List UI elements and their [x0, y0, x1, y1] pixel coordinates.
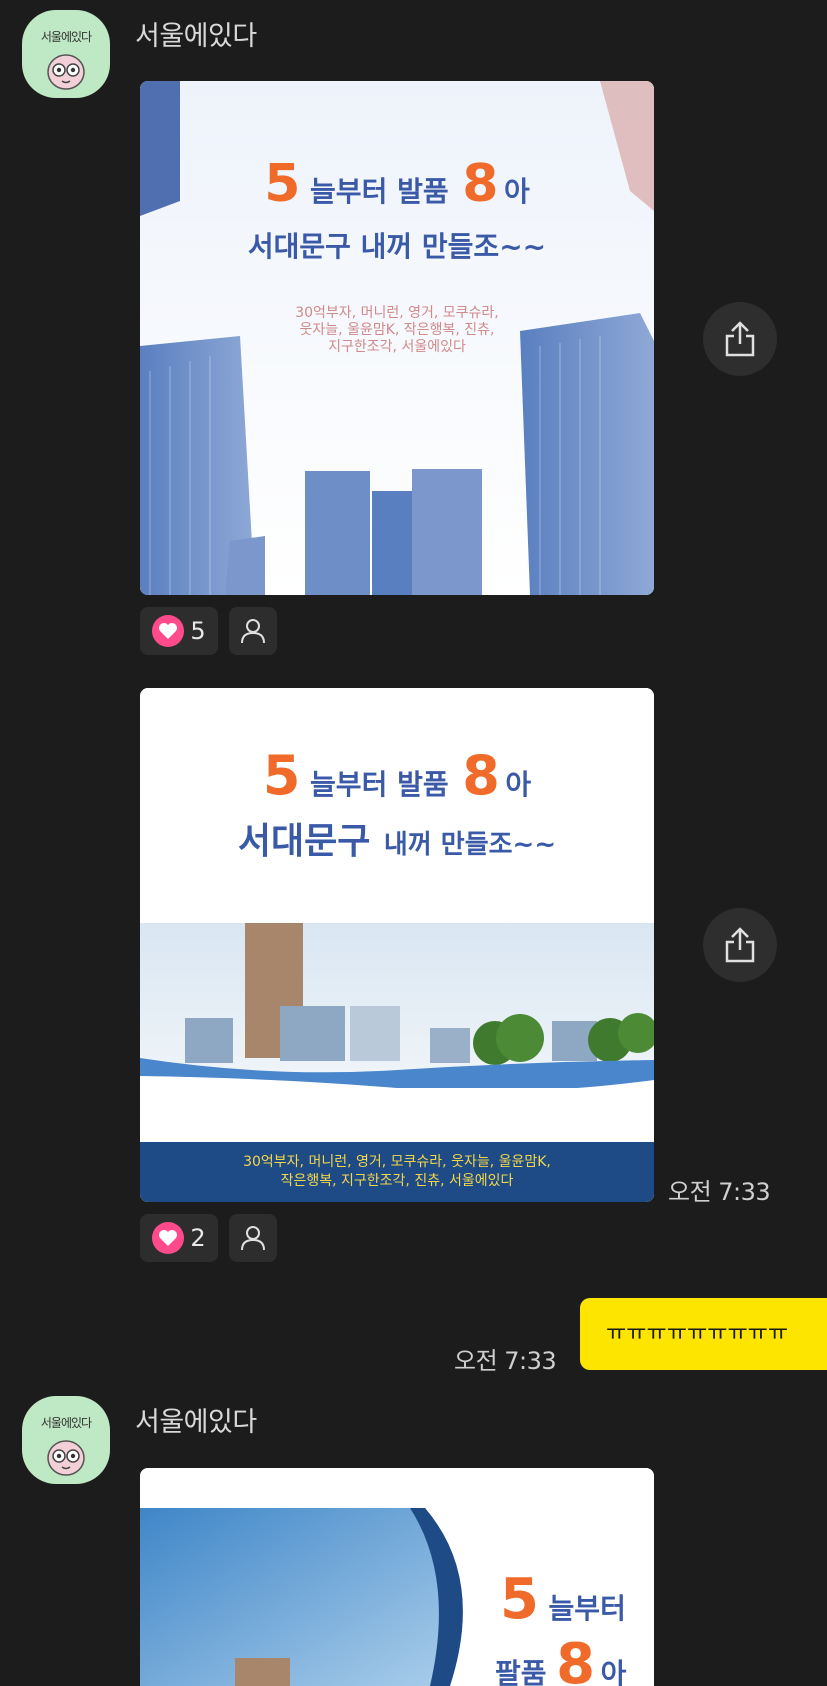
- share-icon: [725, 927, 755, 963]
- message-time: 오전 7:33: [668, 1178, 771, 1206]
- person-icon: [241, 619, 265, 644]
- avatar-label: 서울에있다: [40, 30, 92, 44]
- sender-name: 서울에있다: [135, 21, 257, 52]
- headline-number: 8: [556, 1632, 595, 1686]
- poster-tagline: 지구한조각, 서울에있다: [328, 339, 466, 355]
- headline-number: 5: [263, 744, 301, 807]
- person-icon: [241, 1226, 265, 1251]
- reaction-members-button[interactable]: [229, 607, 277, 655]
- reaction-members-button[interactable]: [229, 1214, 277, 1262]
- like-count: 2: [190, 1224, 206, 1252]
- heart-icon: [152, 1222, 185, 1254]
- headline-text: 아: [504, 175, 530, 208]
- share-button[interactable]: [703, 908, 777, 982]
- headline-number: 8: [462, 154, 498, 214]
- share-button[interactable]: [703, 302, 777, 376]
- poster-tagline: 30억부자, 머니런, 영거, 모쿠슈라,: [295, 305, 499, 321]
- poster-tagline: 작은행복, 지구한조각, 진츄, 서울에있다: [281, 1173, 514, 1189]
- character-icon: [47, 54, 85, 90]
- poster-subline: 서대문구 내꺼 만들조~~: [248, 230, 546, 263]
- character-icon: [47, 1440, 85, 1476]
- heart-icon: [152, 615, 185, 647]
- shared-photo[interactable]: 5 늘부터 팔품 8 아: [140, 1468, 654, 1686]
- avatar-label: 서울에있다: [40, 1416, 92, 1430]
- headline-text: 늘부터: [549, 1592, 626, 1625]
- share-icon: [725, 321, 755, 357]
- headline-number: 5: [500, 1567, 539, 1632]
- headline-text: 늘부터 발품: [310, 768, 449, 801]
- like-count: 5: [190, 617, 206, 645]
- headline-text: 아: [505, 768, 531, 801]
- poster-subline: 내꺼 만들조~~: [384, 830, 556, 860]
- city-skyline-photo: 5 늘부터 발품 8 아 서대문구 내꺼 만들조~~ 30억부자, 머니런, 영…: [140, 688, 654, 1202]
- like-reaction[interactable]: 2: [140, 1214, 218, 1262]
- headline-text: 팔품: [495, 1657, 547, 1686]
- poster-tagline: 30억부자, 머니런, 영거, 모쿠슈라, 웃자늘, 울윤맘K,: [243, 1154, 551, 1170]
- poster-subline: 서대문구: [238, 821, 370, 862]
- headline-number: 8: [462, 744, 500, 807]
- city-skyline-photo: 5 늘부터 발품 8 아 서대문구 내꺼 만들조~~ 30억부자, 머니런, 영…: [140, 81, 654, 595]
- headline-text: 아: [601, 1657, 627, 1686]
- poster-tagline: 웃자늘, 울윤맘K, 작은행복, 진츄,: [300, 322, 495, 338]
- headline-text: 늘부터 발품: [310, 175, 449, 208]
- shared-photo[interactable]: 5 늘부터 발품 8 아 서대문구 내꺼 만들조~~ 30억부자, 머니런, 영…: [140, 81, 654, 595]
- city-skyline-photo: 5 늘부터 팔품 8 아: [140, 1468, 654, 1686]
- sender-name: 서울에있다: [135, 1407, 257, 1438]
- sender-avatar[interactable]: 서울에있다: [22, 10, 110, 98]
- message-time: 오전 7:33: [454, 1347, 557, 1375]
- sender-avatar[interactable]: 서울에있다: [22, 1396, 110, 1484]
- shared-photo[interactable]: 5 늘부터 발품 8 아 서대문구 내꺼 만들조~~ 30억부자, 머니런, 영…: [140, 688, 654, 1202]
- like-reaction[interactable]: 5: [140, 607, 218, 655]
- headline-number: 5: [264, 154, 300, 214]
- my-message-bubble[interactable]: ㅠㅠㅠㅠㅠㅠㅠㅠㅠ: [580, 1298, 827, 1370]
